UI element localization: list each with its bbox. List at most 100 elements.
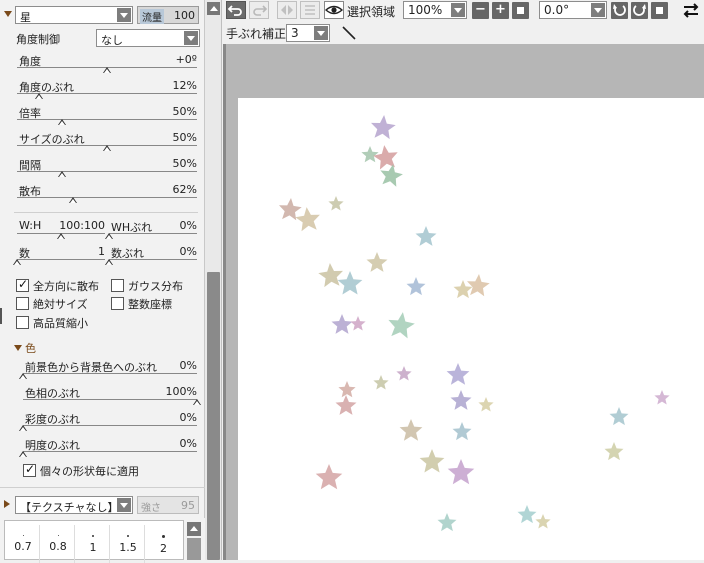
slider-thumb[interactable] <box>68 197 77 203</box>
checkbox-label: ガウス分布 <box>128 280 183 293</box>
texture-section-toggle[interactable] <box>4 500 10 508</box>
slider-label: W:H <box>19 219 42 232</box>
checkbox-label: 個々の形状毎に適用 <box>40 465 139 478</box>
slider-size-jitter[interactable]: サイズのぶれ 50% <box>17 131 197 155</box>
chevron-down-icon <box>117 8 131 22</box>
slider-saturation-jitter[interactable]: 彩度のぶれ 0% <box>19 411 197 435</box>
zoom-dropdown[interactable]: 100% <box>403 1 467 19</box>
rotate-right-icon <box>633 4 646 16</box>
slider-thumb[interactable] <box>105 259 113 265</box>
slider-track <box>17 197 197 198</box>
slider-thumb[interactable] <box>19 373 27 379</box>
zoom-in-button[interactable]: + <box>492 2 509 19</box>
texture-strength-value: 95 <box>181 499 195 512</box>
slider-spacing[interactable]: 間隔 50% <box>17 157 197 181</box>
slider-count-jitter[interactable]: 数ぶれ 0% <box>105 245 197 269</box>
preview-cell[interactable]: 1 <box>77 525 110 563</box>
chevron-down-icon <box>117 498 131 512</box>
slider-track <box>23 399 197 400</box>
brush-dot <box>92 535 94 537</box>
line-tool-button[interactable] <box>339 23 359 43</box>
checkbox-label: 絶対サイズ <box>33 298 88 311</box>
scroll-thumb[interactable] <box>207 272 220 560</box>
zoom-reset-button[interactable] <box>512 2 529 19</box>
flip-icon <box>281 5 293 15</box>
preview-cell[interactable]: 2 <box>147 525 180 563</box>
slider-track <box>17 93 197 94</box>
slider-thumb[interactable] <box>58 171 66 177</box>
rotation-dropdown[interactable]: 0.0° <box>539 1 607 19</box>
texture-strength-label: 強さ <box>141 503 161 514</box>
angle-control-dropdown[interactable]: なし <box>96 29 200 47</box>
slider-value: 50% <box>172 157 197 170</box>
slider-thumb[interactable] <box>105 233 113 239</box>
color-section-title: 色 <box>25 342 36 355</box>
flip-vertical-button[interactable] <box>300 1 320 19</box>
flow-field[interactable]: 流量 100 <box>137 6 199 24</box>
preview-scroll-up[interactable] <box>187 522 201 536</box>
flip-horizontal-button[interactable] <box>277 1 297 19</box>
slider-fg-bg-jitter[interactable]: 前景色から背景色へのぶれ 0% <box>19 359 197 383</box>
slider-thumb[interactable] <box>19 451 27 457</box>
slider-thumb[interactable] <box>57 233 65 239</box>
slider-value: 12% <box>172 79 197 92</box>
canvas-toolbar: 選択領域 100% − + 0.0° 手ぶれ補正 3 <box>223 0 704 44</box>
preview-scroll-thumb[interactable] <box>187 538 201 560</box>
slider-scale[interactable]: 倍率 50% <box>17 105 197 129</box>
checkbox-box[interactable] <box>16 316 29 329</box>
chevron-up-icon <box>209 6 218 11</box>
drawing-canvas[interactable] <box>238 98 704 560</box>
preview-cell[interactable]: 0.7 <box>7 525 40 563</box>
slider-scatter[interactable]: 散布 62% <box>17 183 197 207</box>
zoom-out-button[interactable]: − <box>472 2 489 19</box>
texture-dropdown[interactable]: 【テクスチャなし】 <box>15 496 133 514</box>
checkbox-box[interactable] <box>23 462 36 477</box>
stop-icon <box>517 7 524 14</box>
rotate-left-button[interactable] <box>611 2 628 19</box>
undo-button[interactable] <box>226 1 246 19</box>
checkbox-box[interactable] <box>111 297 124 310</box>
slider-thumb[interactable] <box>58 119 66 125</box>
canvas-area[interactable] <box>226 44 704 560</box>
flow-label: 流量 <box>140 9 164 24</box>
slider-thumb[interactable] <box>103 67 111 73</box>
slider-value: 50% <box>172 131 197 144</box>
slider-track <box>17 259 105 260</box>
preview-size: 0.7 <box>14 540 32 553</box>
stabilizer-dropdown[interactable]: 3 <box>286 24 330 42</box>
checkbox-box[interactable] <box>16 297 29 310</box>
slider-wh-jitter[interactable]: WHぶれ 0% <box>105 219 197 243</box>
slider-count[interactable]: 数 1 <box>13 245 105 269</box>
panel-scrollbar[interactable] <box>205 0 222 560</box>
preview-cell[interactable]: 1.5 <box>112 525 145 563</box>
checkbox-box[interactable] <box>111 279 124 292</box>
slider-wh-ratio[interactable]: W:H 100:100 <box>17 219 105 243</box>
color-section-toggle[interactable] <box>14 345 22 351</box>
slider-thumb[interactable] <box>103 145 111 151</box>
edge-marker <box>0 308 2 324</box>
slider-brightness-jitter[interactable]: 明度のぶれ 0% <box>19 437 197 461</box>
slider-thumb[interactable] <box>193 399 201 405</box>
rotation-reset-button[interactable] <box>651 2 668 19</box>
scroll-up-button[interactable] <box>207 2 220 15</box>
brush-shape-dropdown[interactable]: 星 <box>15 6 133 24</box>
slider-thumb[interactable] <box>13 259 21 265</box>
slider-track <box>17 119 197 120</box>
slider-hue-jitter[interactable]: 色相のぶれ 100% <box>23 385 201 409</box>
rotate-right-button[interactable] <box>631 2 648 19</box>
preview-cell[interactable]: 0.8 <box>42 525 75 563</box>
section-collapse-toggle[interactable] <box>4 11 12 17</box>
slider-angle[interactable]: 角度 +0º <box>17 53 197 77</box>
brush-shape-value: 星 <box>20 11 31 24</box>
slider-thumb[interactable] <box>34 93 43 99</box>
swap-button[interactable] <box>680 1 702 20</box>
selection-visibility-toggle[interactable] <box>324 1 344 19</box>
brush-dot <box>22 535 24 536</box>
slider-angle-jitter[interactable]: 角度のぶれ 12% <box>17 79 197 103</box>
redo-button[interactable] <box>249 1 269 19</box>
checkbox-box[interactable] <box>16 277 29 292</box>
texture-strength-field: 強さ 95 <box>137 496 199 514</box>
slider-thumb[interactable] <box>19 425 27 431</box>
checkbox-label: 整数座標 <box>128 298 172 311</box>
rotation-value: 0.0° <box>544 3 570 17</box>
